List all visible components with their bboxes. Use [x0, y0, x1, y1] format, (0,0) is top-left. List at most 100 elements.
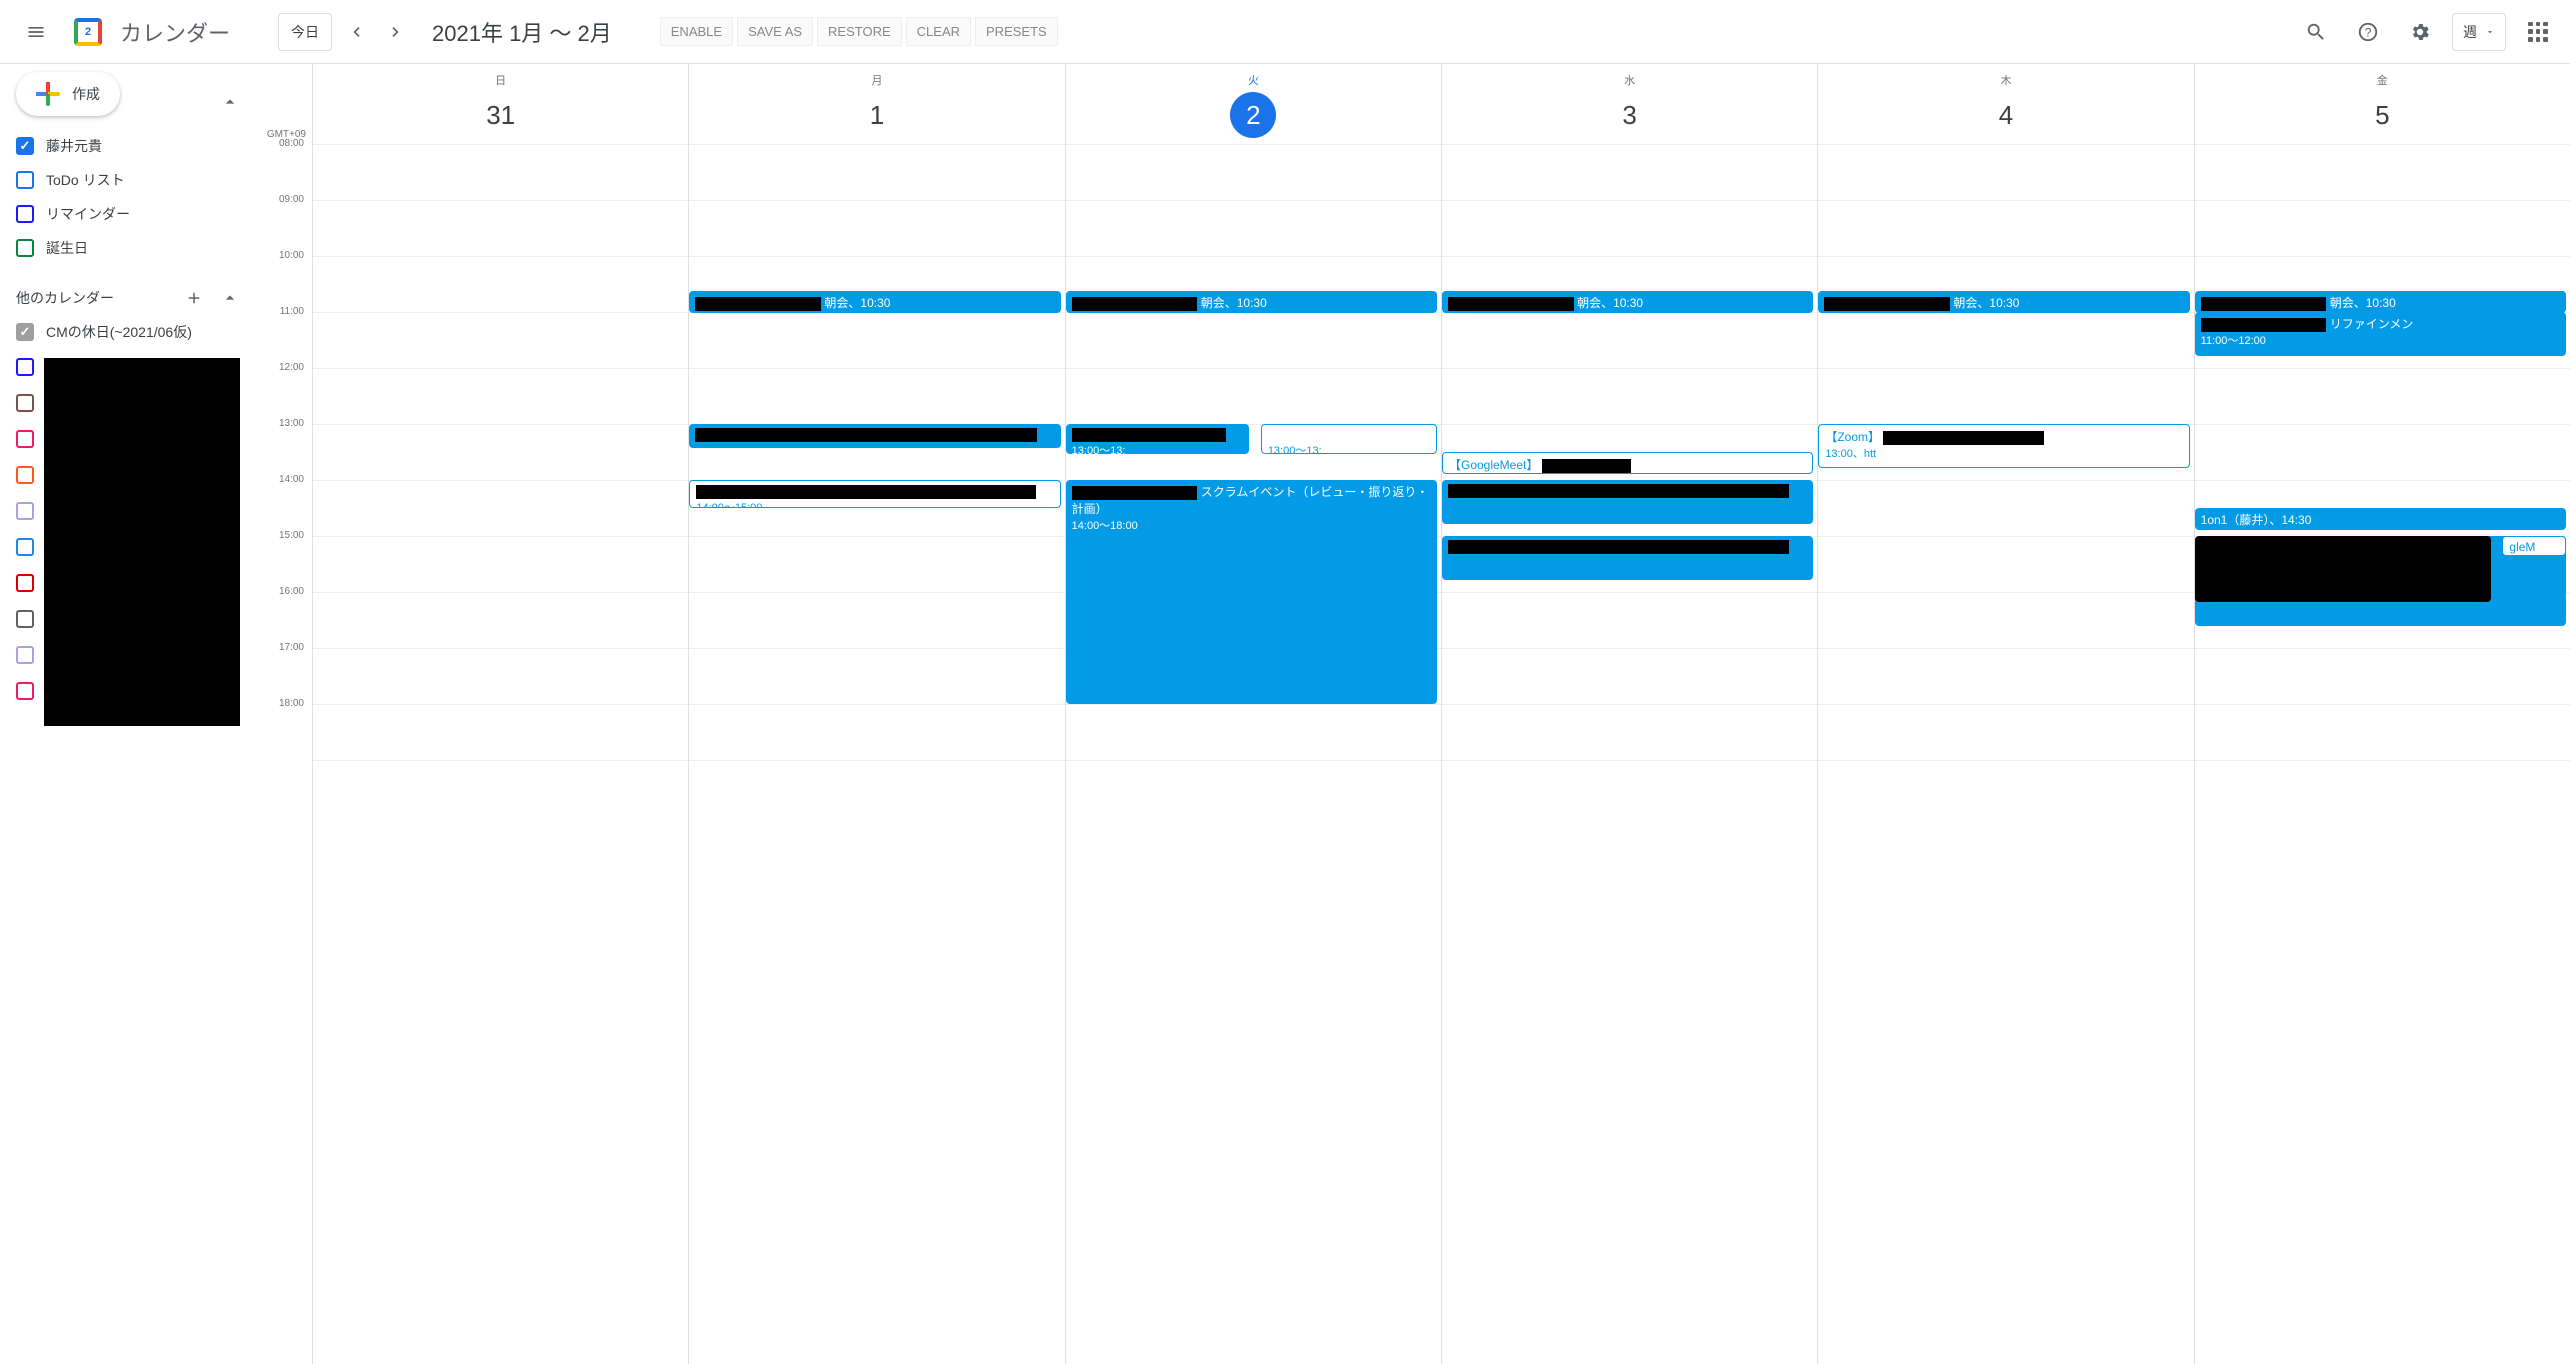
hour-label: 08:00: [256, 138, 312, 194]
calendar-logo-icon: 2: [68, 12, 108, 52]
calendar-checkbox[interactable]: [16, 323, 34, 341]
hour-label: 18:00: [256, 698, 312, 754]
day-number[interactable]: 1: [854, 92, 900, 138]
calendar-checkbox[interactable]: [16, 502, 34, 520]
calendar-item[interactable]: ToDo リスト: [16, 166, 240, 194]
today-button[interactable]: 今日: [278, 13, 332, 51]
plus-icon: [36, 82, 60, 106]
calendar-event[interactable]: リファインメン11:00〜12:00: [2195, 312, 2566, 356]
ext-saveas-button[interactable]: SAVE AS: [737, 17, 813, 46]
calendar-event[interactable]: スクラムイベント（レビュー・振り返り・計画）14:00〜18:00: [1066, 480, 1437, 704]
calendar-event[interactable]: 朝会、10:30: [689, 291, 1060, 313]
calendar-checkbox[interactable]: [16, 610, 34, 628]
other-calendars-header: 他のカレンダー: [16, 278, 240, 318]
day-number[interactable]: 3: [1607, 92, 1653, 138]
day-header[interactable]: 月1: [688, 64, 1064, 144]
body: 作成 藤井元貴 ToDo リストリマインダー誕生日 他のカレンダー CMの休日(~…: [0, 64, 2570, 1364]
calendar-event[interactable]: 14:00〜15:00: [689, 480, 1060, 508]
search-button[interactable]: [2296, 12, 2336, 52]
calendar-event[interactable]: 13:00〜13:: [1066, 424, 1250, 454]
calendar-checkbox[interactable]: [16, 466, 34, 484]
sidebar: 作成 藤井元貴 ToDo リストリマインダー誕生日 他のカレンダー CMの休日(~…: [0, 64, 256, 1364]
day-column[interactable]: 朝会、10:30 13:00〜13: 13:00〜13: スクラムイベント（レビュ…: [1065, 144, 1441, 1364]
calendar-checkbox[interactable]: [16, 205, 34, 223]
calendar-checkbox[interactable]: [16, 430, 34, 448]
ext-presets-button[interactable]: PRESETS: [975, 17, 1058, 46]
next-button[interactable]: [380, 16, 412, 48]
calendar-checkbox[interactable]: [16, 646, 34, 664]
day-number[interactable]: 2: [1230, 92, 1276, 138]
day-header-row: GMT+09 日31月1火2水3木4金5: [256, 64, 2570, 144]
day-of-week: 水: [1442, 72, 1817, 88]
day-header[interactable]: 木4: [1817, 64, 2193, 144]
calendar-checkbox[interactable]: [16, 137, 34, 155]
ext-enable-button[interactable]: ENABLE: [660, 17, 733, 46]
other-calendars-toggle[interactable]: [220, 288, 240, 308]
add-other-calendar-button[interactable]: [180, 284, 208, 312]
timezone-label: GMT+09: [256, 64, 312, 144]
apps-button[interactable]: [2518, 12, 2558, 52]
day-header[interactable]: 金5: [2194, 64, 2570, 144]
create-button[interactable]: 作成: [16, 72, 120, 116]
calendar-item[interactable]: リマインダー: [16, 200, 240, 228]
calendar-item[interactable]: CMの休日(~2021/06仮): [16, 318, 240, 346]
calendar-event[interactable]: 朝会、10:30: [1818, 291, 2189, 313]
day-of-week: 月: [689, 72, 1064, 88]
ext-clear-button[interactable]: CLEAR: [906, 17, 971, 46]
view-selector[interactable]: 週: [2452, 13, 2506, 51]
calendar-event[interactable]: gleM: [2502, 536, 2566, 556]
day-number[interactable]: 5: [2359, 92, 2405, 138]
calendar-label: 誕生日: [46, 238, 88, 258]
calendar-event[interactable]: 【Zoom】 13:00、htt: [1818, 424, 2189, 468]
calendar-checkbox[interactable]: [16, 358, 34, 376]
day-header[interactable]: 日31: [312, 64, 688, 144]
my-calendars-toggle[interactable]: [220, 92, 240, 112]
calendar-label: リマインダー: [46, 204, 130, 224]
calendar-event[interactable]: [1442, 480, 1813, 524]
calendar-checkbox[interactable]: [16, 574, 34, 592]
calendar-label: 藤井元貴: [46, 136, 102, 156]
calendar-checkbox[interactable]: [16, 394, 34, 412]
day-header[interactable]: 火2: [1065, 64, 1441, 144]
day-column[interactable]: [312, 144, 688, 1364]
calendar-checkbox[interactable]: [16, 171, 34, 189]
calendar-event[interactable]: 朝会、10:30: [2195, 291, 2566, 313]
calendar-checkbox[interactable]: [16, 239, 34, 257]
hour-label: 15:00: [256, 530, 312, 586]
calendar-event[interactable]: [2195, 536, 2491, 602]
help-button[interactable]: ?: [2348, 12, 2388, 52]
day-header[interactable]: 水3: [1441, 64, 1817, 144]
ext-restore-button[interactable]: RESTORE: [817, 17, 902, 46]
calendar-event[interactable]: [1442, 536, 1813, 580]
day-column[interactable]: 朝会、10:30 リファインメン11:00〜12:00 1on1（藤井）、14:3…: [2194, 144, 2570, 1364]
calendar-event[interactable]: 朝会、10:30: [1066, 291, 1437, 313]
hour-label: 14:00: [256, 474, 312, 530]
calendar-checkbox[interactable]: [16, 682, 34, 700]
calendar-event[interactable]: 1on1（藤井）、14:30: [2195, 508, 2566, 530]
calendar-checkbox[interactable]: [16, 538, 34, 556]
day-column[interactable]: 朝会、10:30 【Zoom】 13:00、htt: [1817, 144, 2193, 1364]
hour-label: 13:00: [256, 418, 312, 474]
day-of-week: 火: [1066, 72, 1441, 88]
hour-label: 09:00: [256, 194, 312, 250]
calendar-event[interactable]: 朝会、10:30: [1442, 291, 1813, 313]
logo-day-number: 2: [74, 18, 102, 46]
date-range: 2021年 1月 〜 2月: [432, 16, 612, 48]
day-column[interactable]: 朝会、10:30 【GoogleMeet】: [1441, 144, 1817, 1364]
calendar-item[interactable]: 誕生日: [16, 234, 240, 262]
settings-button[interactable]: [2400, 12, 2440, 52]
day-number[interactable]: 4: [1983, 92, 2029, 138]
day-number[interactable]: 31: [478, 92, 524, 138]
app-title: カレンダー: [120, 16, 230, 48]
day-column[interactable]: 朝会、10:30 14:00〜15:00: [688, 144, 1064, 1364]
calendar-event[interactable]: 13:00〜13:: [1261, 424, 1437, 454]
calendar-item[interactable]: 藤井元貴: [16, 132, 240, 160]
prev-button[interactable]: [340, 16, 372, 48]
calendar-event[interactable]: [689, 424, 1060, 448]
main-menu-button[interactable]: [12, 8, 60, 56]
hour-label: 10:00: [256, 250, 312, 306]
calendar-event[interactable]: 【GoogleMeet】: [1442, 452, 1813, 474]
time-grid[interactable]: 08:0009:0010:0011:0012:0013:0014:0015:00…: [256, 144, 2570, 1364]
chevron-down-icon: [2485, 27, 2495, 37]
hour-label: 16:00: [256, 586, 312, 642]
